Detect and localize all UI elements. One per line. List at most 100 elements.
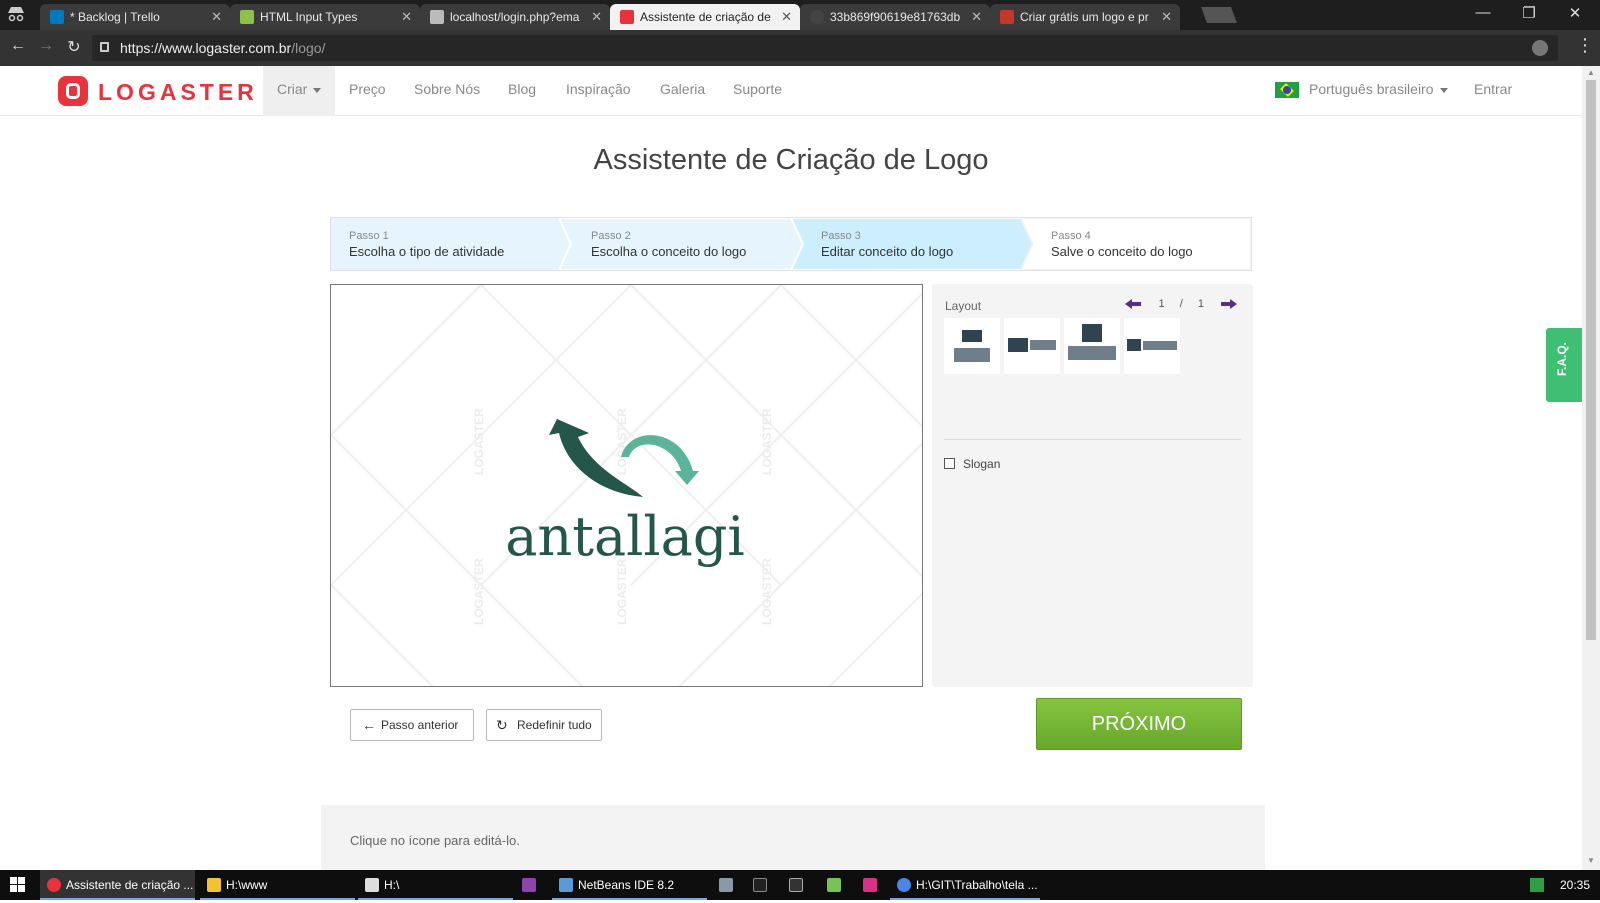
watermark-text: LOGASTER: [472, 558, 486, 625]
nav-item-create[interactable]: Criar: [263, 66, 336, 116]
scrollbar-thumb[interactable]: [1586, 80, 1596, 640]
layout-option-icon-top-large[interactable]: [1064, 318, 1120, 374]
tab-title: * Backlog | Trello: [70, 10, 160, 24]
browser-tab-active[interactable]: Assistente de criação de ✕: [610, 4, 800, 30]
step-label: Escolha o tipo de atividade: [349, 244, 505, 259]
clock[interactable]: 20:35: [1560, 870, 1590, 900]
scroll-up-icon[interactable]: ▲: [1587, 68, 1595, 77]
taskbar-item-android-studio[interactable]: [820, 870, 850, 900]
slogan-label[interactable]: Slogan: [963, 457, 1000, 471]
step-number: Passo 2: [591, 230, 631, 242]
minimize-icon[interactable]: —: [1460, 4, 1506, 21]
watermark-pattern: LOGASTER LOGASTER LOGASTER LOGASTER LOGA…: [331, 285, 922, 686]
taskbar-item-visual-studio[interactable]: [515, 870, 549, 900]
reload-icon[interactable]: ↻: [63, 37, 85, 57]
window-close-icon[interactable]: ✕: [1552, 4, 1598, 22]
site-icon: [1000, 10, 1014, 24]
layout-option-icon-left-small[interactable]: [1124, 318, 1180, 374]
scroll-down-icon[interactable]: ▼: [1587, 856, 1595, 865]
nav-item-support[interactable]: Suporte: [733, 66, 782, 116]
arrow-right-icon[interactable]: [1221, 299, 1237, 310]
forward-icon[interactable]: →: [35, 37, 57, 55]
taskbar-item-drive[interactable]: H:\: [358, 870, 513, 900]
page-current: 1: [1158, 298, 1165, 310]
windows-start-icon[interactable]: [10, 877, 26, 893]
nav-item-blog[interactable]: Blog: [508, 66, 536, 116]
arrow-left-icon: ←: [362, 717, 376, 733]
address-bar[interactable]: https://www.logaster.com.br/logo/: [92, 35, 1558, 61]
language-selector[interactable]: Português brasileiro: [1309, 66, 1448, 116]
reset-all-button[interactable]: ↻ Redefinir tudo: [486, 709, 602, 741]
browser-tab[interactable]: Criar grátis um logo e pr ✕: [990, 4, 1180, 30]
page-separator: /: [1179, 298, 1183, 310]
taskbar-item-netbeans[interactable]: NetBeans IDE 8.2: [552, 870, 707, 900]
nav-item-gallery[interactable]: Galeria: [660, 66, 705, 116]
back-icon[interactable]: ←: [7, 37, 29, 55]
slogan-checkbox[interactable]: [944, 458, 955, 469]
chevron-down-icon: [1439, 87, 1448, 93]
page-scrollbar[interactable]: ▲ ▼: [1582, 66, 1600, 870]
browser-toolbar: ← → ↻ https://www.logaster.com.br/logo/ …: [0, 30, 1600, 66]
restore-icon[interactable]: ❐: [1506, 4, 1552, 22]
layout-option-icon-top[interactable]: [944, 318, 1000, 374]
browser-tab[interactable]: * Backlog | Trello ✕: [40, 4, 230, 30]
taskbar-item-chrome-2[interactable]: H:\GIT\Trabalho\tela ...: [890, 870, 1040, 900]
chrome-icon: [897, 878, 911, 892]
taskbar-item-phpstorm[interactable]: [782, 870, 812, 900]
tab-title: Assistente de criação de: [640, 10, 771, 24]
previous-step-button[interactable]: ← Passo anterior: [350, 709, 474, 741]
close-icon[interactable]: ✕: [591, 4, 602, 30]
close-icon[interactable]: ✕: [971, 4, 982, 30]
browser-tab-strip: * Backlog | Trello ✕ HTML Input Types ✕ …: [0, 0, 1600, 30]
layout-option-icon-left[interactable]: [1004, 318, 1060, 374]
layout-icon-block: [962, 330, 982, 342]
next-button[interactable]: PRÓXIMO: [1036, 698, 1242, 750]
browser-tab[interactable]: HTML Input Types ✕: [230, 4, 420, 30]
logo-name-text[interactable]: antallagi: [505, 505, 744, 568]
nav-item-inspiration[interactable]: Inspiração: [566, 66, 631, 116]
site-header: LOGASTER Criar Preço Sobre Nós Blog Insp…: [0, 66, 1582, 116]
step-4: Passo 4 Salve o conceito do logo: [1033, 218, 1251, 270]
close-icon[interactable]: ✕: [1161, 4, 1172, 30]
tab-title: Criar grátis um logo e pr: [1020, 10, 1149, 24]
tab-title: localhost/login.php?ema: [450, 10, 580, 24]
netbeans-icon: [559, 878, 573, 892]
app-icon: [863, 878, 877, 892]
refresh-icon: ↻: [496, 717, 508, 733]
extension-icon[interactable]: [1532, 40, 1548, 56]
folder-icon: [207, 878, 221, 892]
logo-preview-canvas[interactable]: LOGASTER LOGASTER LOGASTER LOGASTER LOGA…: [330, 284, 923, 687]
watermark-text: LOGASTER: [760, 408, 774, 475]
android-icon: [827, 878, 841, 892]
watermark-text: LOGASTER: [615, 408, 629, 475]
arrow-left-icon[interactable]: [1125, 299, 1142, 310]
incognito-icon: [6, 6, 26, 24]
drive-icon: [365, 878, 379, 892]
menu-icon[interactable]: ⋮: [1576, 35, 1594, 56]
nav-item-about[interactable]: Sobre Nós: [414, 66, 480, 116]
taskbar-item-app[interactable]: [856, 870, 886, 900]
browser-tab[interactable]: 33b869f90619e81763db ✕: [800, 4, 990, 30]
login-link[interactable]: Entrar: [1474, 66, 1512, 116]
chrome-icon: [47, 878, 61, 892]
layout-icon-block: [1127, 339, 1141, 351]
browser-tab[interactable]: localhost/login.php?ema ✕: [420, 4, 610, 30]
step-label: Salve o conceito do logo: [1051, 244, 1193, 259]
intellij-icon: [753, 878, 767, 892]
taskbar-item-explorer[interactable]: H:\www: [200, 870, 355, 900]
step-number: Passo 3: [821, 230, 861, 242]
close-icon[interactable]: ✕: [781, 4, 792, 30]
taskbar-item-app[interactable]: [712, 870, 742, 900]
nav-item-price[interactable]: Preço: [349, 66, 386, 116]
step-number: Passo 1: [349, 230, 389, 242]
tray-app-icon[interactable]: [1530, 870, 1546, 900]
taskbar-item-chrome[interactable]: Assistente de criação ...: [40, 870, 195, 900]
taskbar-item-intellij[interactable]: [746, 870, 776, 900]
close-icon[interactable]: ✕: [211, 4, 222, 30]
logo-icon: [58, 76, 88, 106]
faq-tab[interactable]: F.A.Q.: [1546, 328, 1582, 402]
watermark-text: LOGASTER: [760, 558, 774, 625]
step-1: Passo 1 Escolha o tipo de atividade: [331, 218, 559, 270]
close-icon[interactable]: ✕: [401, 4, 412, 30]
new-tab-button[interactable]: [1201, 7, 1237, 23]
